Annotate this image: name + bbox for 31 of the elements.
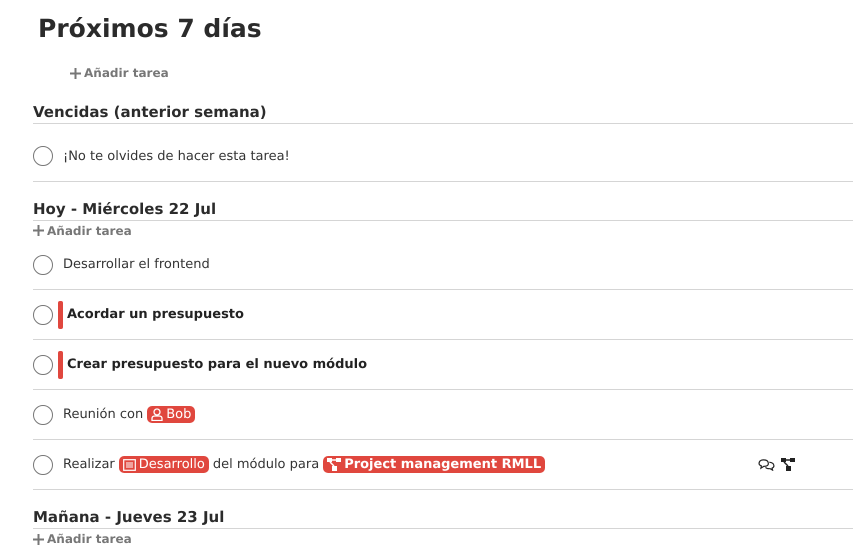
task-checkbox[interactable] [33,254,53,274]
task-text: Desarrollar el frontend [63,257,210,272]
add-task-button[interactable]: Añadir tarea [70,66,169,80]
person-icon [151,408,164,421]
section-heading: Hoy - Miércoles 22 Jul [33,200,853,220]
comments-icon[interactable] [758,458,775,471]
hierarchy-icon [781,458,795,471]
add-task-button[interactable]: Añadir tarea [33,224,132,238]
task-text: del módulo para [212,457,320,472]
task-text: Crear presupuesto para el nuevo módulo [67,357,368,372]
section-heading: Vencidas (anterior semana) [33,102,853,124]
task-checkbox[interactable] [33,404,53,424]
task-text: Realizar [63,457,115,472]
task-checkbox[interactable] [33,354,53,374]
task-checkbox[interactable] [33,454,53,474]
section-heading: Mañana - Jueves 23 Jul [33,508,853,529]
plus-icon [33,534,44,544]
hierarchy-icon [327,458,342,471]
task-checkbox[interactable] [33,146,53,166]
task-text: ¡No te olvides de hacer esta tarea! [63,148,290,164]
page-title: Próximos 7 días [38,13,263,45]
category-tag[interactable]: Desarrollo [118,456,209,473]
task-text: Acordar un presupuesto [67,307,244,322]
task-checkbox[interactable] [33,304,53,324]
task-text: Reunión con [63,407,144,422]
project-tag[interactable]: Project management RMLL [323,456,546,473]
list-icon [122,458,136,470]
add-task-button[interactable]: Añadir tarea [33,532,132,546]
person-tag[interactable]: Bob [147,406,196,423]
plus-icon [33,225,44,236]
plus-icon [70,68,81,78]
